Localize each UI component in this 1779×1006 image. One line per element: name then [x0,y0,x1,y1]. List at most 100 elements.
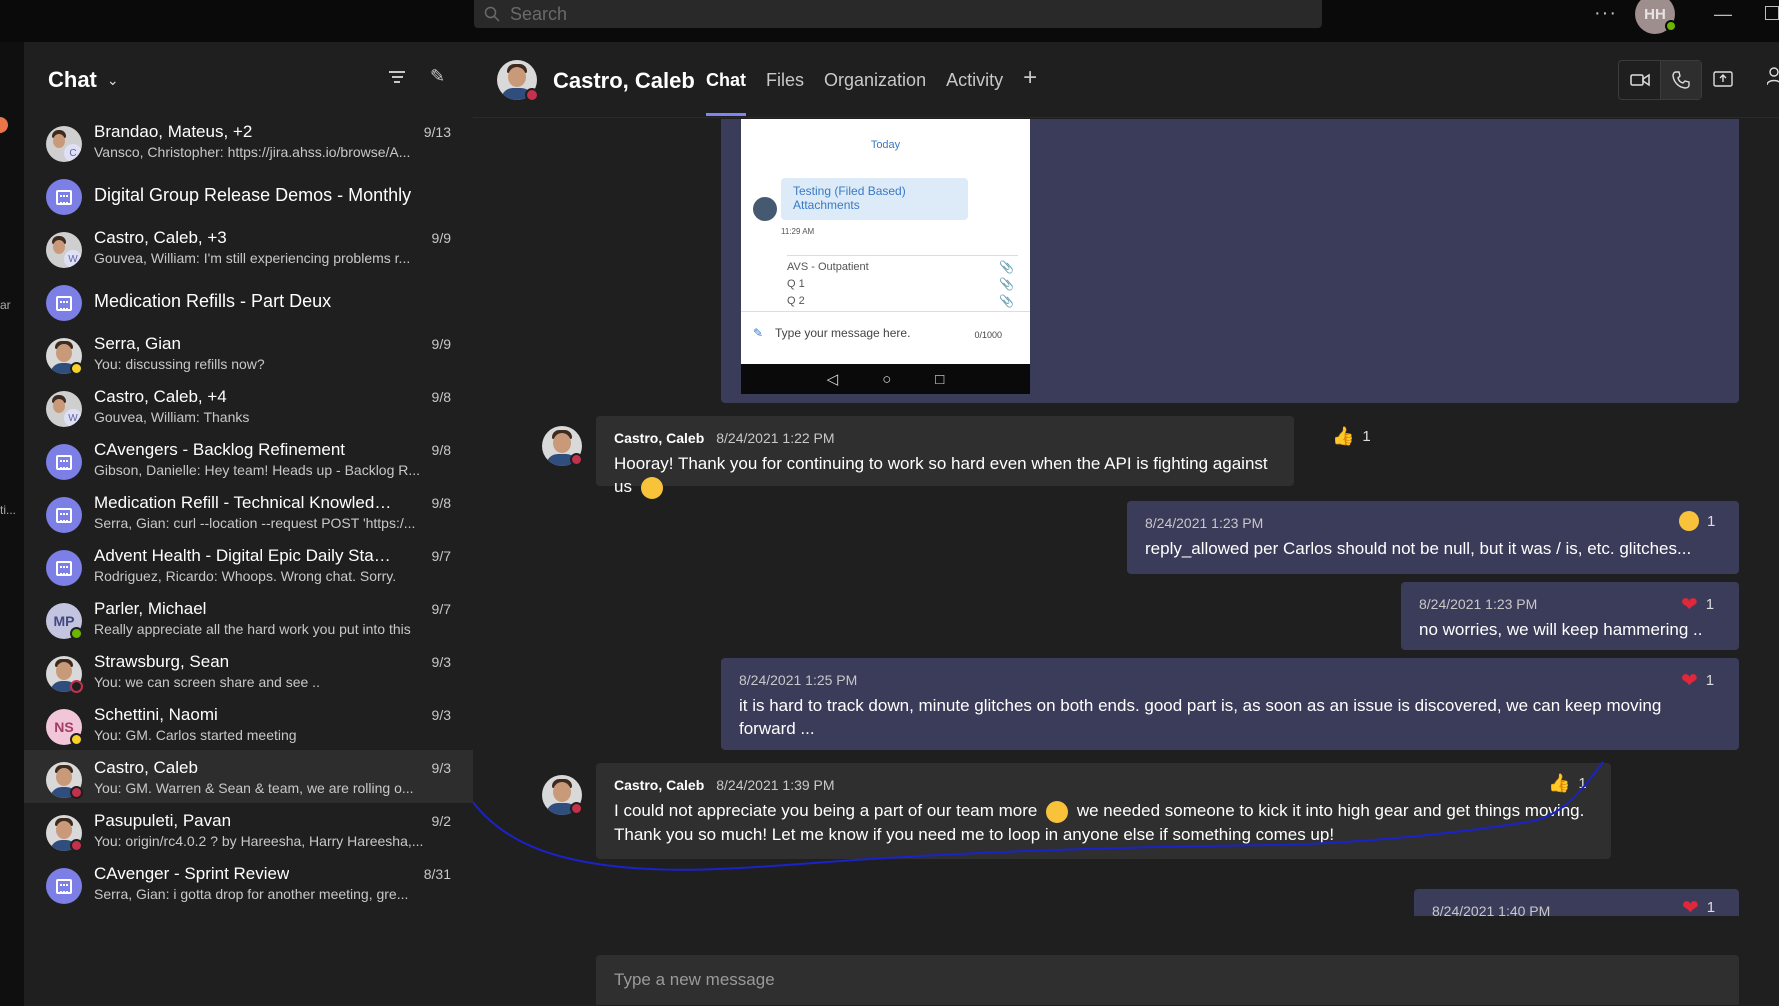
chat-preview: You: GM. Carlos started meeting [94,727,297,743]
chat-list-item[interactable]: Digital Group Release Demos - Monthly [24,167,473,220]
video-call-icon[interactable] [1619,61,1660,99]
new-chat-icon[interactable]: ✎ [430,66,445,87]
screenshot-row: Q 1 📎 [787,277,1014,291]
compose-box[interactable]: Type a new message [596,955,1739,1005]
notification-badge [0,117,8,133]
screenshot-time: 11:29 AM [781,227,815,236]
tab-chat[interactable]: Chat [706,70,746,116]
presence-away-icon [70,733,83,746]
screenshot-row: Q 2 📎 [787,294,1014,308]
chat-list-header: Chat ⌄ ✎ [24,42,473,118]
add-tab-icon[interactable]: + [1023,64,1037,116]
message-outgoing[interactable]: 8/24/2021 1:40 PM ❤ 1 [1414,889,1739,916]
message-incoming[interactable]: Castro, Caleb 8/24/2021 1:39 PM I could n… [596,763,1611,859]
message-text: reply_allowed per Carlos should not be n… [1145,539,1692,558]
chat-name: Schettini, Naomi [94,705,218,724]
chat-list-item[interactable]: Advent Health - Digital Epic Daily Stand… [24,538,473,591]
reaction[interactable]: 👍 1 [1332,426,1371,447]
presence-ok-icon [70,627,83,640]
chat-list: C Brandao, Mateus, +2 9/13 Vansco, Christop… [24,114,473,909]
reaction[interactable]: ❤ 1 [1682,895,1715,916]
screenshot-bubble: Testing (Filed Based) Attachments [781,178,968,220]
call-buttons [1618,60,1702,100]
chat-name: Medication Refill - Technical Knowledge.… [94,493,394,512]
more-options-button[interactable]: ··· [1594,2,1617,25]
chat-list-item[interactable]: Serra, Gian 9/9 You: discussing refills no… [24,326,473,379]
audio-call-icon[interactable] [1660,61,1701,99]
android-nav-bar: ◁ ○ □ [741,364,1030,394]
filter-icon[interactable] [388,68,406,86]
chat-list-item[interactable]: NS Schettini, Naomi 9/3 You: GM. Carlos sta… [24,697,473,750]
chat-name: Pasupuleti, Pavan [94,811,232,830]
chat-preview: You: discussing refills now? [94,356,265,372]
chat-list-item[interactable]: MP Parler, Michael 9/7 Really appreciate al… [24,591,473,644]
presence-dnd-icon [70,839,83,852]
chat-list-item[interactable]: W Castro, Caleb, +3 9/9 Gouvea, William: I'… [24,220,473,273]
chat-name: CAvenger - Sprint Review [94,864,290,883]
search-bar[interactable]: Search [474,0,1322,28]
chat-list-item[interactable]: C Brandao, Mateus, +2 9/13 Vansco, Christop… [24,114,473,167]
chat-date: 9/3 [431,760,451,776]
maximize-button[interactable] [1765,6,1779,20]
message-meta: Castro, Caleb 8/24/2021 1:39 PM [614,777,835,793]
chat-name: Castro, Caleb [94,758,198,777]
message-text: Hooray! Thank you for continuing to work… [614,452,1276,499]
chat-list-item[interactable]: W Castro, Caleb, +4 9/8 Gouvea, William: Th… [24,379,473,432]
chat-list-item[interactable]: Strawsburg, Sean 9/3 You: we can screen sh… [24,644,473,697]
message-outgoing[interactable]: 8/24/2021 1:25 PM it is hard to track do… [721,658,1739,750]
chat-list-pane: Chat ⌄ ✎ C Brandao, Mateus, +2 9/13 Vansco,… [24,42,473,1006]
chat-date: 9/8 [431,389,451,405]
tab-organization[interactable]: Organization [824,70,926,116]
chat-list-item[interactable]: CAvengers - Backlog Refinement 9/8 Gibson,… [24,432,473,485]
message-incoming[interactable]: Castro, Caleb 8/24/2021 1:22 PM Hooray! T… [596,416,1371,499]
chat-date: 9/8 [431,495,451,511]
chat-list-item[interactable]: Pasupuleti, Pavan 9/2 You: origin/rc4.0.2 … [24,803,473,856]
share-screen-icon[interactable] [1713,70,1733,93]
screenshot-row: AVS - Outpatient 📎 [787,260,1014,274]
presence-off-icon [70,680,83,693]
reaction[interactable]: 1 [1679,511,1715,531]
title-bar: Search ··· HH — [0,0,1779,42]
conversation-header: Castro, Caleb Chat Files Organization Ac… [473,42,1779,118]
tab-activity[interactable]: Activity [946,70,1003,116]
chat-preview: Gibson, Danielle: Hey team! Heads up - B… [94,462,421,478]
chat-preview: Serra, Gian: curl --location --request P… [94,515,416,531]
screenshot-input: ✎ Type your message here. 0/1000 [741,311,1030,359]
chat-name: Castro, Caleb, +3 [94,228,227,247]
message-time: 8/24/2021 1:25 PM [739,672,858,688]
reaction[interactable]: ❤ 1 [1681,668,1714,693]
chat-date: 9/13 [423,124,451,140]
chat-date: 9/8 [431,442,451,458]
chat-list-title[interactable]: Chat [48,67,97,93]
meeting-calendar-icon [46,550,82,586]
image-message[interactable]: Today Testing (Filed Based) Attachments … [721,119,1739,403]
reaction[interactable]: 👍 1 [1548,773,1587,794]
chat-date: 9/3 [431,654,451,670]
message-list: Today Testing (Filed Based) Attachments … [473,119,1779,916]
message-outgoing[interactable]: 8/24/2021 1:23 PM reply_allowed per Carl… [1127,501,1739,574]
profile-avatar[interactable]: HH [1635,0,1677,34]
search-placeholder: Search [510,3,568,24]
presence-away-icon [70,362,83,375]
meeting-calendar-icon [46,179,82,215]
chat-list-item[interactable]: Medication Refill - Technical Knowledge.… [24,485,473,538]
meeting-calendar-icon [46,868,82,904]
meeting-calendar-icon [46,444,82,480]
chat-date: 9/7 [431,601,451,617]
tab-files[interactable]: Files [766,70,804,116]
attached-screenshot[interactable]: Today Testing (Filed Based) Attachments … [741,119,1030,394]
heart-icon: ❤ [1682,897,1699,916]
chevron-down-icon[interactable]: ⌄ [107,72,119,89]
chat-list-item[interactable]: Castro, Caleb 9/3 You: GM. Warren & Sean &… [24,750,473,803]
message-text: no worries, we will keep hammering .. [1419,620,1703,639]
message-outgoing[interactable]: 8/24/2021 1:23 PM no worries, we will ke… [1401,582,1739,650]
chat-preview: You: we can screen share and see .. [94,674,320,690]
chat-list-item[interactable]: CAvenger - Sprint Review 8/31 Serra, Gian:… [24,856,473,909]
chat-name: Digital Group Release Demos - Monthly [94,185,412,205]
meeting-calendar-icon [46,497,82,533]
chat-list-item[interactable]: Medication Refills - Part Deux [24,273,473,326]
reaction[interactable]: ❤ 1 [1681,592,1714,617]
rail-label: ti... [0,503,17,517]
people-icon[interactable] [1766,66,1779,91]
minimize-button[interactable]: — [1714,4,1732,25]
